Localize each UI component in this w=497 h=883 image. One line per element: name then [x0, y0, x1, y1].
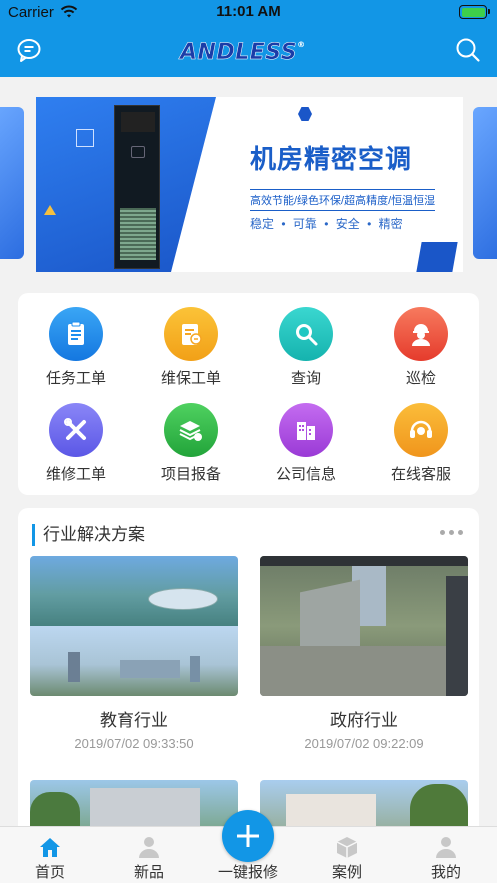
app-header: Carrier 11:01 AM ANDLESS® [0, 0, 497, 77]
section-title: 行业解决方案 [32, 524, 145, 546]
grid-item-company-info[interactable]: 公司信息 [251, 403, 361, 493]
grid-label: 在线客服 [390, 466, 451, 483]
search-icon[interactable] [455, 37, 481, 63]
home-icon [40, 838, 60, 857]
layers-icon [164, 403, 218, 457]
case-date: 2019/07/02 09:33:50 [74, 736, 194, 751]
grid-item-maintenance-order[interactable]: 维保工单 [136, 307, 246, 397]
case-card-government[interactable]: 政府行业 2019/07/02 09:22:09 [260, 556, 468, 751]
profile-icon [436, 837, 456, 858]
plus-icon [237, 825, 259, 847]
tab-label: 我的 [430, 864, 461, 881]
tab-label: 新品 [133, 864, 164, 881]
app-logo: ANDLESS® [180, 40, 320, 66]
case-image-government [260, 556, 468, 696]
case-title: 政府行业 [330, 711, 398, 730]
building-icon [279, 403, 333, 457]
tab-home[interactable]: 首页 [10, 827, 90, 883]
tab-mine[interactable]: 我的 [406, 827, 486, 883]
banner-slide[interactable]: 机房精密空调 高效节能/绿色环保/超高精度/恒温恒湿 稳定 • 可靠 • 安全 … [36, 97, 463, 272]
carousel-next-slide[interactable] [473, 107, 497, 259]
banner-features: 稳定 • 可靠 • 安全 • 精密 [250, 217, 403, 231]
grid-label: 项目报备 [160, 466, 221, 483]
decor-hexagon [298, 107, 312, 121]
tab-new-products[interactable]: 新品 [109, 827, 189, 883]
grid-item-task-order[interactable]: 任务工单 [21, 307, 131, 397]
box-icon [336, 837, 358, 858]
case-card-education[interactable]: 教育行业 2019/07/02 09:33:50 [30, 556, 238, 751]
decor-block [416, 242, 458, 272]
air-conditioner-image [114, 105, 160, 269]
more-dots-icon[interactable] [440, 530, 463, 535]
chat-bubble-icon[interactable] [16, 37, 42, 63]
tab-label: 一键报修 [217, 864, 278, 881]
quick-repair-button[interactable] [222, 810, 274, 862]
grid-label: 公司信息 [275, 466, 336, 483]
tools-icon [49, 403, 103, 457]
banner-title: 机房精密空调 [250, 144, 413, 174]
maintenance-doc-icon [164, 307, 218, 361]
logo-text: ANDLESS [180, 40, 298, 66]
headset-icon [394, 403, 448, 457]
clipboard-icon [49, 307, 103, 361]
decor-triangle [44, 205, 56, 215]
grid-item-query[interactable]: 查询 [251, 307, 361, 397]
grid-item-repair-order[interactable]: 维修工单 [21, 403, 131, 493]
grid-label: 维保工单 [160, 370, 221, 387]
tab-label: 案例 [331, 864, 362, 881]
banner-carousel[interactable]: 机房精密空调 高效节能/绿色环保/超高精度/恒温恒湿 稳定 • 可靠 • 安全 … [0, 77, 497, 282]
function-grid: 任务工单 维保工单 查询 巡检 维修工单 项目报备 公司信息 在线客服 [18, 293, 479, 495]
magnifier-icon [279, 307, 333, 361]
case-date: 2019/07/02 09:22:09 [304, 736, 424, 751]
clock: 11:01 AM [216, 3, 281, 20]
grid-item-inspection[interactable]: 巡检 [366, 307, 476, 397]
logo-mark: ® [297, 40, 306, 49]
status-bar: Carrier 11:01 AM [0, 0, 497, 26]
grid-label: 巡检 [405, 370, 436, 387]
case-image-education [30, 556, 238, 696]
grid-label: 查询 [290, 370, 321, 387]
grid-label: 维修工单 [45, 466, 106, 483]
tab-label: 首页 [34, 864, 65, 881]
user-icon [139, 837, 159, 858]
industry-solutions-card: 行业解决方案 教育行业 2019/07/02 09:33:50 政府行业 201… [18, 508, 479, 848]
decor-square [76, 129, 94, 147]
inspector-icon [394, 307, 448, 361]
grid-label: 任务工单 [45, 370, 106, 387]
grid-item-project-report[interactable]: 项目报备 [136, 403, 246, 493]
tab-cases[interactable]: 案例 [307, 827, 387, 883]
battery-icon [459, 5, 490, 19]
case-title: 教育行业 [100, 711, 168, 730]
grid-item-online-service[interactable]: 在线客服 [366, 403, 476, 493]
carousel-prev-slide[interactable] [0, 107, 24, 259]
banner-subtitle: 高效节能/绿色环保/超高精度/恒温恒湿 [250, 189, 436, 211]
